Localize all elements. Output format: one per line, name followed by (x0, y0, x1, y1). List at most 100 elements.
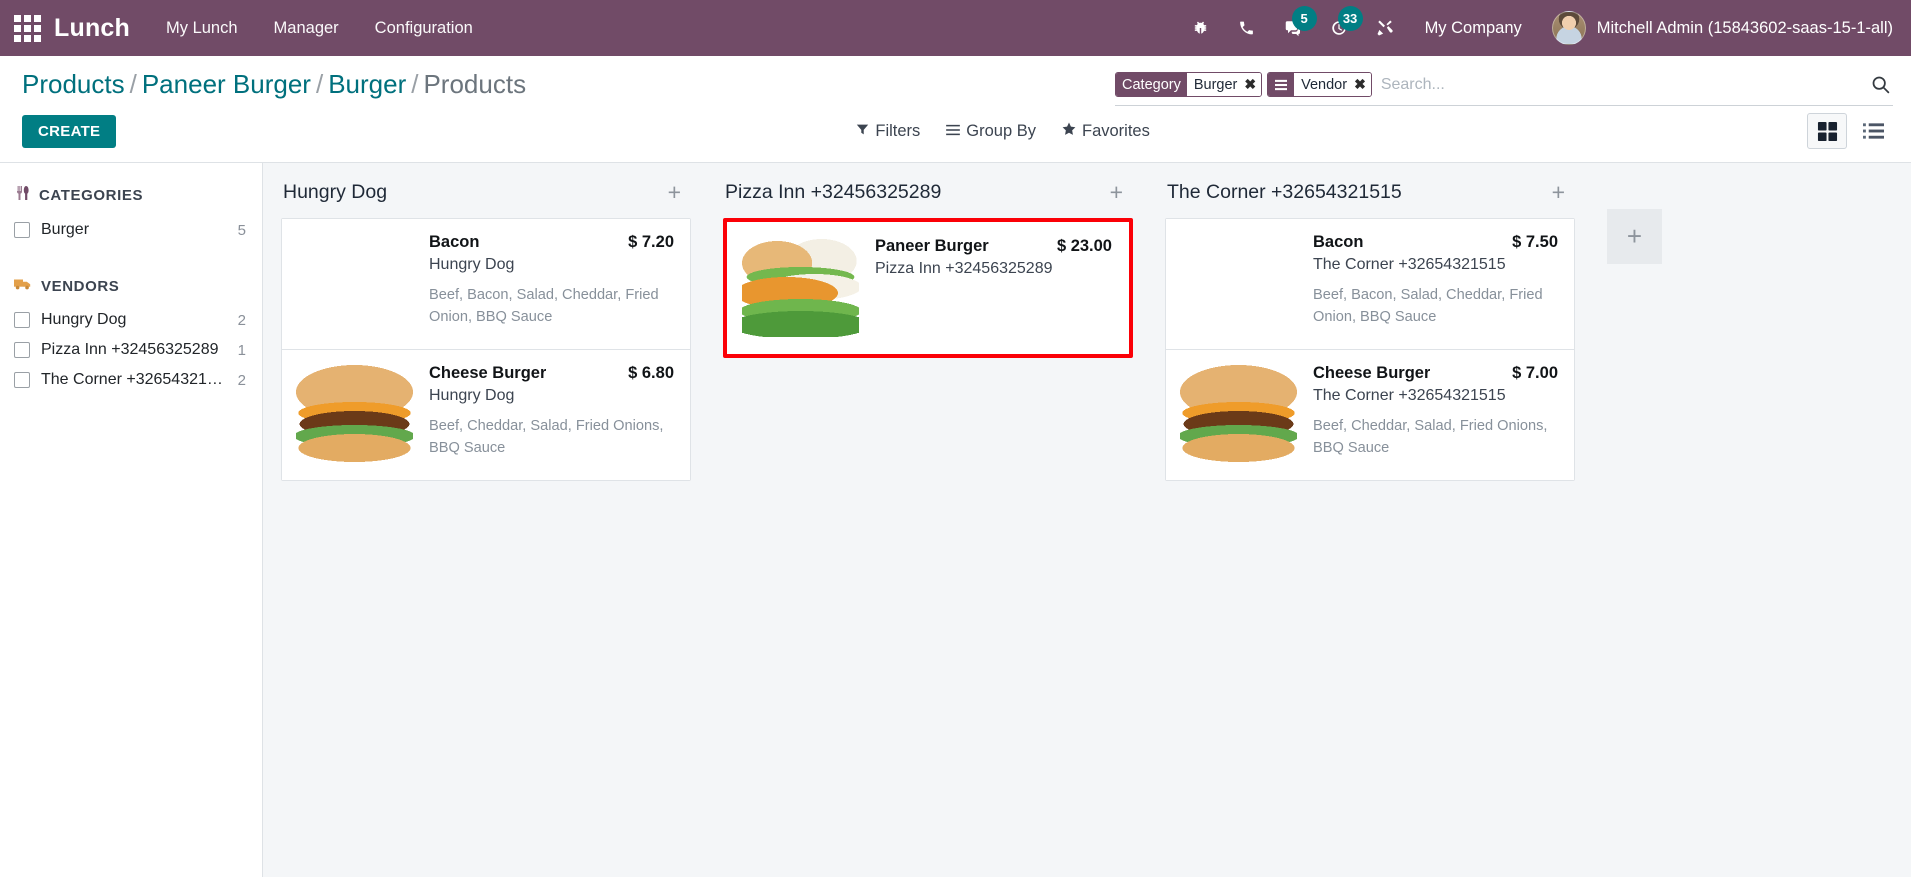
sidebar-vendors-title: VENDORS (41, 277, 120, 295)
breadcrumb-item-burger[interactable]: Burger (328, 69, 406, 99)
kanban-column-header: Hungry Dog + (281, 177, 691, 218)
product-price: $ 23.00 (1056, 237, 1112, 255)
breadcrumb-item-current: Products (423, 69, 527, 99)
search-input[interactable] (1376, 71, 1862, 98)
product-name: Cheese Burger (1313, 364, 1431, 382)
phone-icon[interactable] (1235, 15, 1259, 41)
sidebar-item-count: 1 (237, 341, 246, 359)
group-by-icon (1268, 73, 1295, 96)
product-price: $ 7.50 (1512, 233, 1558, 251)
menu-item-configuration[interactable]: Configuration (375, 19, 473, 38)
sidebar-item-the-corner[interactable]: The Corner +326543215… 2 (0, 365, 262, 395)
cheese-burger-image (1180, 364, 1297, 464)
breadcrumb: Products / Paneer Burger / Burger / Products (22, 70, 526, 99)
filters-label: Filters (875, 121, 921, 140)
kanban-card[interactable]: Cheese Burger $ 7.00 The Corner +3265432… (1166, 350, 1574, 480)
kanban-column-pizza-inn: Pizza Inn +32456325289 + Paneer Burger $… (723, 177, 1133, 358)
product-description: Beef, Bacon, Salad, Cheddar, Fried Onion… (1313, 287, 1543, 325)
filter-icon (856, 122, 869, 141)
breadcrumb-separator: / (129, 69, 137, 99)
product-vendor: The Corner +32654321515 (1313, 256, 1506, 273)
breadcrumb-separator: / (411, 69, 419, 99)
kanban-column-title: The Corner +32654321515 (1167, 181, 1402, 203)
facet-category-value: Burger ✖ (1186, 73, 1262, 96)
product-vendor: Pizza Inn +32456325289 (875, 260, 1053, 277)
kanban-column-title: Pizza Inn +32456325289 (725, 181, 942, 203)
product-vendor: The Corner +32654321515 (1313, 387, 1506, 404)
company-switcher[interactable]: My Company (1425, 19, 1522, 38)
plus-icon[interactable]: + (664, 181, 685, 204)
sidebar-item-label: The Corner +326543215… (41, 371, 223, 388)
product-vendor: Hungry Dog (429, 387, 515, 404)
plus-icon[interactable]: + (1106, 181, 1127, 204)
product-name: Bacon (429, 233, 480, 251)
list-icon[interactable] (1853, 113, 1893, 149)
sidebar-section-vendors: VENDORS (0, 277, 262, 295)
create-button[interactable]: CREATE (22, 114, 117, 148)
product-description: Beef, Bacon, Salad, Cheddar, Fried Onion… (429, 287, 659, 325)
messages-badge: 5 (1291, 6, 1317, 31)
avatar (1551, 11, 1586, 45)
group-by-dropdown[interactable]: Group By (946, 122, 1036, 141)
favorites-dropdown[interactable]: Favorites (1062, 122, 1150, 141)
user-menu[interactable]: Mitchell Admin (15843602-saas-15-1-all) (1551, 11, 1893, 45)
product-name: Cheese Burger (429, 364, 547, 382)
sidebar-item-count: 2 (237, 311, 246, 329)
sidebar-item-hungry-dog[interactable]: Hungry Dog 2 (0, 305, 262, 335)
sidebar-item-pizza-inn[interactable]: Pizza Inn +32456325289 1 (0, 335, 262, 365)
search-icon[interactable] (1862, 74, 1893, 95)
checkbox-pizza-inn[interactable] (14, 342, 30, 358)
kanban-icon[interactable] (1807, 113, 1847, 149)
messages-icon[interactable]: 5 (1281, 6, 1317, 41)
breadcrumb-item-paneer-burger[interactable]: Paneer Burger (142, 69, 311, 99)
tools-icon[interactable] (1373, 15, 1397, 41)
product-name: Bacon (1313, 233, 1364, 251)
bacon-burger-image (1180, 233, 1297, 333)
kanban-card-paneer-burger[interactable]: Paneer Burger $ 23.00 Pizza Inn +3245632… (728, 223, 1128, 353)
apps-grid-icon[interactable] (10, 11, 44, 45)
paneer-burger-image (742, 237, 859, 337)
checkbox-burger[interactable] (14, 222, 30, 238)
sidebar-item-label: Hungry Dog (41, 311, 127, 328)
kanban-view: Hungry Dog + Bacon $ 7.20 Hungry Dog Bee… (263, 163, 1911, 877)
bacon-burger-image (296, 233, 413, 333)
kanban-card[interactable]: Bacon $ 7.50 The Corner +32654321515 Bee… (1166, 219, 1574, 350)
kanban-card[interactable]: Cheese Burger $ 6.80 Hungry Dog Beef, Ch… (282, 350, 690, 480)
sidebar-item-burger[interactable]: Burger 5 (0, 215, 262, 245)
activities-badge: 33 (1337, 6, 1363, 31)
product-description: Beef, Cheddar, Salad, Fried Onions, BBQ … (429, 418, 664, 456)
bug-icon[interactable] (1189, 15, 1213, 41)
checkbox-hungry-dog[interactable] (14, 312, 30, 328)
breadcrumb-item-products[interactable]: Products (22, 69, 125, 99)
kanban-column-title: Hungry Dog (283, 181, 388, 203)
activities-clock-icon[interactable]: 33 (1327, 6, 1363, 41)
facet-vendor-remove-icon[interactable]: ✖ (1354, 76, 1366, 93)
view-switcher (1807, 113, 1893, 149)
facet-category-remove-icon[interactable]: ✖ (1244, 76, 1256, 93)
user-name-label: Mitchell Admin (15843602-saas-15-1-all) (1596, 18, 1893, 37)
checkbox-the-corner[interactable] (14, 372, 30, 388)
add-column-button[interactable]: + (1607, 209, 1662, 264)
sidebar-item-label: Burger (41, 221, 90, 238)
facet-vendor[interactable]: Vendor ✖ (1267, 72, 1372, 97)
plus-icon[interactable]: + (1548, 181, 1569, 204)
control-panel: Products / Paneer Burger / Burger / Products C… (0, 56, 1911, 163)
kanban-card-list-highlighted: Paneer Burger $ 23.00 Pizza Inn +3245632… (723, 218, 1133, 358)
cheese-burger-image (296, 364, 413, 464)
menu-item-manager[interactable]: Manager (274, 19, 339, 38)
star-icon (1062, 122, 1076, 141)
filters-dropdown[interactable]: Filters (856, 122, 920, 141)
top-navbar: Lunch My Lunch Manager Configuration 5 3… (0, 0, 1911, 56)
breadcrumb-separator: / (315, 69, 324, 99)
facet-category-label: Category (1116, 73, 1187, 96)
product-name: Paneer Burger (875, 237, 989, 255)
app-brand-lunch[interactable]: Lunch (54, 14, 130, 43)
sidebar-item-label: Pizza Inn +32456325289 (41, 341, 219, 358)
sidebar-panel: CATEGORIES Burger 5 VENDORS Hungry Dog 2… (0, 163, 263, 877)
kanban-card[interactable]: Bacon $ 7.20 Hungry Dog Beef, Bacon, Sal… (282, 219, 690, 350)
facet-category[interactable]: Category Burger ✖ (1115, 72, 1263, 97)
menu-item-my-lunch[interactable]: My Lunch (166, 19, 238, 38)
kanban-column-header: Pizza Inn +32456325289 + (723, 177, 1133, 218)
add-column-wrapper: + (1607, 177, 1662, 264)
cutlery-icon (14, 185, 30, 205)
